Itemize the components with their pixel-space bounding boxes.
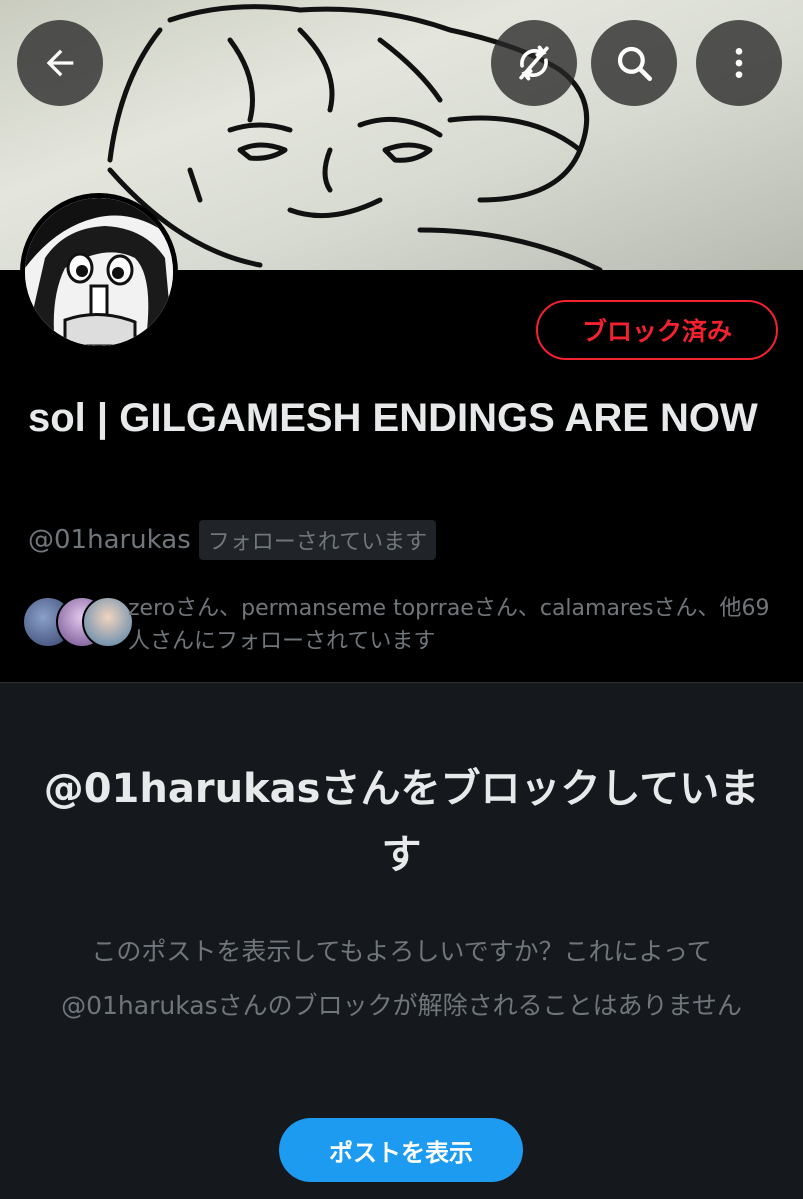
more-vertical-icon bbox=[735, 48, 743, 78]
arrow-left-icon bbox=[46, 49, 74, 77]
follows-you-badge: フォローされています bbox=[198, 520, 437, 560]
handle-row: @01harukas フォローされています bbox=[28, 520, 437, 560]
followed-by-text[interactable]: zeroさん、permanseme toprraeさん、calamaresさん、… bbox=[128, 592, 788, 658]
sync-toggle-button[interactable] bbox=[491, 20, 577, 106]
avatar-manga-image bbox=[25, 198, 173, 346]
blocked-notice-description: このポストを表示してもよろしいですか？これによって@01harukasさんのブロ… bbox=[61, 937, 742, 1020]
blocked-notice-title: @01harukasさんをブロックしています bbox=[43, 766, 760, 878]
blocked-button[interactable]: ブロック済み bbox=[536, 300, 778, 360]
profile-avatar[interactable] bbox=[20, 193, 178, 351]
search-icon bbox=[617, 46, 653, 82]
profile-handle: @01harukas bbox=[28, 525, 191, 555]
no-sync-icon bbox=[519, 45, 549, 81]
show-post-button[interactable]: ポストを表示 bbox=[279, 1118, 523, 1182]
profile-display-name: sol | GILGAMESH ENDINGS ARE NOW bbox=[28, 396, 758, 440]
search-button[interactable] bbox=[591, 20, 677, 106]
back-button[interactable] bbox=[17, 20, 103, 106]
avatar bbox=[82, 596, 134, 648]
more-options-button[interactable] bbox=[696, 20, 782, 106]
